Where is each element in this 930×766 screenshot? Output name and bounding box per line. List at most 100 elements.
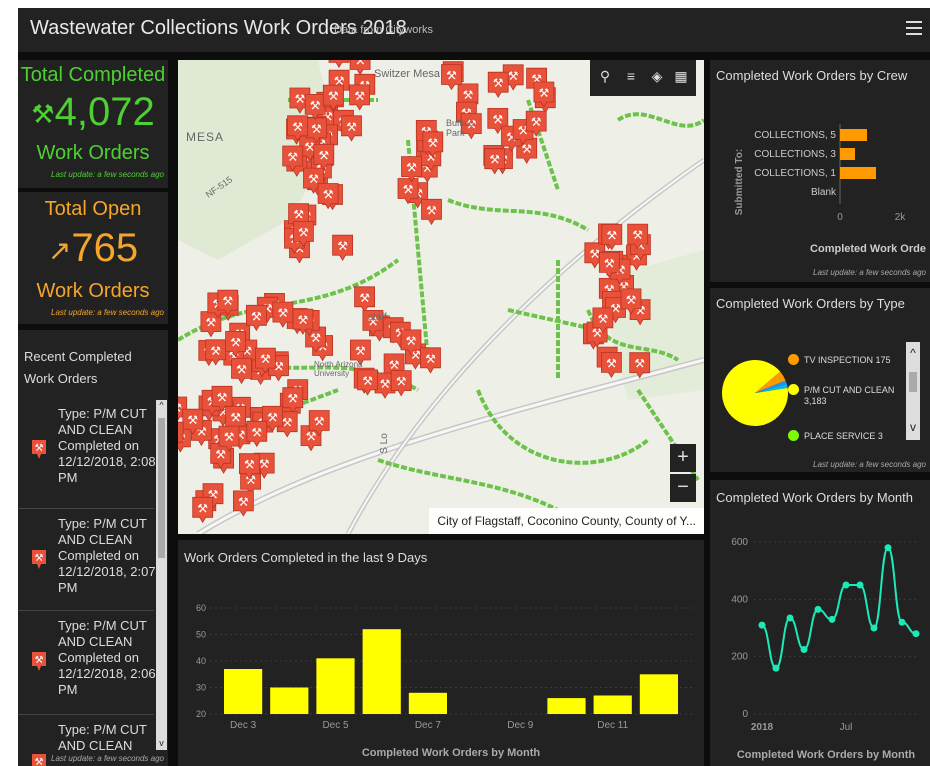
y-tick-label: 600 <box>731 537 748 548</box>
completed-count: 4,072 <box>54 90 155 134</box>
x-tick-label: Dec 11 <box>597 720 628 731</box>
panel-title: Completed Work Orders by Crew <box>716 68 908 83</box>
month-point[interactable] <box>772 664 780 672</box>
svg-text:⚒: ⚒ <box>206 316 217 330</box>
svg-text:⚒: ⚒ <box>359 291 370 305</box>
work-order-pin-icon: ⚒ <box>32 440 46 459</box>
month-point[interactable] <box>884 544 892 552</box>
crew-category-label: Blank <box>811 187 837 198</box>
scroll-up-icon[interactable]: ^ <box>906 346 920 360</box>
legend-value: 3,183 <box>804 396 827 406</box>
indicator-value: ⚒4,072 <box>18 90 168 135</box>
map-label: staff <box>368 312 387 323</box>
svg-text:⚒: ⚒ <box>178 401 182 415</box>
month-chart-panel: Completed Work Orders by Month 0 200 400 60… <box>710 480 930 766</box>
pie-slice <box>721 359 788 426</box>
total-completed-indicator: Total Completed ⚒4,072 Work Orders Last … <box>18 60 168 188</box>
svg-text:⚒: ⚒ <box>323 188 334 202</box>
crew-bar <box>840 129 867 141</box>
svg-text:⚒: ⚒ <box>287 150 298 164</box>
month-point[interactable] <box>898 618 906 626</box>
svg-text:⚒: ⚒ <box>493 76 504 90</box>
svg-text:⚒: ⚒ <box>298 226 309 240</box>
y-tick-label: 50 <box>196 630 206 640</box>
month-point[interactable] <box>870 624 878 632</box>
day-bar[interactable] <box>547 698 586 714</box>
month-point[interactable] <box>758 621 766 629</box>
map-label: Switzer Mesa <box>374 68 441 80</box>
crew-chart-panel: Completed Work Orders by Crew COLLECTION… <box>710 60 930 282</box>
day-bar[interactable] <box>224 669 263 714</box>
scroll-down-icon[interactable]: v <box>156 738 167 748</box>
list-item[interactable]: ⚒ Type: P/M CUT AND CLEAN Completed on 12/… <box>18 612 156 715</box>
legend-swatch <box>788 430 799 441</box>
svg-text:⚒: ⚒ <box>282 416 293 430</box>
indicator-title: Total Open <box>44 198 142 220</box>
scroll-thumb[interactable] <box>158 418 165 558</box>
svg-text:⚒: ⚒ <box>598 312 609 326</box>
list-scrollbar[interactable]: ^ v <box>156 400 167 750</box>
map-canvas[interactable]: ⚒ ⚒ ⚒ ⚒ ⚒ ⚒ ⚒ ⚒ ⚒ ⚒ ⚒ ⚒ ⚒ ⚒ ⚒ ⚒ ⚒ ⚒ ⚒ ⚒ ⚒ ⚒ ⚒ ⚒ ⚒ ⚒ ⚒ ⚒ ⚒ ⚒ ⚒ ⚒ ⚒ ⚒ ⚒ ⚒ ⚒ ⚒ ⚒ ⚒… <box>178 60 704 534</box>
list-item[interactable]: ⚒ Type: P/M CUT AND CLEAN Completed on 12/… <box>18 510 156 611</box>
svg-text:⚒: ⚒ <box>355 344 366 358</box>
legend-type: PLACE SERVICE <box>804 431 876 441</box>
svg-text:⚒: ⚒ <box>260 352 271 366</box>
indicator-value: ↗765 <box>18 226 168 271</box>
svg-text:⚒: ⚒ <box>311 122 322 136</box>
month-point[interactable] <box>856 581 864 589</box>
panel-title: Work Orders Completed in the last 9 Days <box>184 550 428 565</box>
day-bar[interactable] <box>362 629 401 714</box>
crew-category-label: COLLECTIONS, 1 <box>754 168 836 179</box>
svg-text:⚒: ⚒ <box>403 183 414 197</box>
month-point[interactable] <box>828 615 836 623</box>
day-bar[interactable] <box>316 658 355 714</box>
indicator-title: Total Completed <box>20 64 166 86</box>
zoom-out-button[interactable]: − <box>670 474 696 502</box>
legend-value: 175 <box>875 355 891 365</box>
month-line-chart: 0 200 400 600 2018 Jul Completed Work Orders b… <box>731 537 920 761</box>
list-item[interactable]: ⚒ Type: P/M CUT AND CLEAN Completed on 12/… <box>18 400 156 509</box>
recent-completed-list: Recent Completed Work Orders ⚒ Type: P/M … <box>18 330 168 766</box>
work-order-completed: Completed on 12/12/2018, 2:06 PM <box>58 650 156 697</box>
legend-label: PLACE SERVICE 3 <box>804 431 904 442</box>
work-order-type: Type: P/M CUT AND CLEAN <box>58 618 147 649</box>
svg-text:⚒: ⚒ <box>426 203 437 217</box>
svg-text:⚒: ⚒ <box>298 313 309 327</box>
legend-icon[interactable]: ≡ <box>622 68 640 86</box>
hammer-icon: ↗ <box>47 234 72 266</box>
last-update: Last update: a few seconds ago <box>813 460 926 469</box>
map-view[interactable]: ⚒ ⚒ ⚒ ⚒ ⚒ ⚒ ⚒ ⚒ ⚒ ⚒ ⚒ ⚒ ⚒ ⚒ ⚒ ⚒ ⚒ ⚒ ⚒ ⚒ ⚒ ⚒ ⚒ ⚒ ⚒ ⚒ ⚒ ⚒ ⚒ ⚒ ⚒ ⚒ ⚒ ⚒ ⚒ ⚒ ⚒ ⚒ ⚒ ⚒… <box>178 60 704 534</box>
work-order-pin-icon: ⚒ <box>32 652 46 671</box>
day-bar[interactable] <box>270 687 309 715</box>
svg-text:⚒: ⚒ <box>293 208 304 222</box>
svg-text:⚒: ⚒ <box>314 415 325 429</box>
svg-text:⚒: ⚒ <box>308 172 319 186</box>
svg-text:⚒: ⚒ <box>634 357 645 371</box>
scroll-up-icon[interactable]: ^ <box>156 400 167 410</box>
scroll-down-icon[interactable]: v <box>906 420 920 434</box>
month-point[interactable] <box>912 630 920 638</box>
search-icon[interactable]: ⚲ <box>596 68 614 86</box>
day-bar[interactable] <box>408 692 447 714</box>
day-bar[interactable] <box>593 695 632 715</box>
svg-text:⚒: ⚒ <box>318 148 329 162</box>
month-point[interactable] <box>814 605 822 613</box>
svg-text:⚒: ⚒ <box>446 69 457 83</box>
map-label: S Lo <box>378 433 390 454</box>
layers-icon[interactable]: ◈ <box>648 68 666 86</box>
list-title: Recent Completed Work Orders <box>24 349 132 386</box>
zoom-in-button[interactable]: + <box>670 444 696 472</box>
legend-scrollbar[interactable]: ^ v <box>906 342 920 440</box>
hamburger-menu-icon[interactable] <box>906 18 922 38</box>
svg-text:⚒: ⚒ <box>210 344 221 358</box>
daily-chart-panel: Work Orders Completed in the last 9 Days… <box>178 540 704 766</box>
month-point[interactable] <box>842 581 850 589</box>
day-bar[interactable] <box>639 674 678 715</box>
svg-text:⚒: ⚒ <box>244 458 255 472</box>
scroll-thumb[interactable] <box>909 372 917 392</box>
month-point[interactable] <box>800 646 808 653</box>
month-point[interactable] <box>786 614 794 622</box>
basemap-icon[interactable]: ▦ <box>672 68 690 86</box>
last-update: Last update: a few seconds ago <box>51 754 164 763</box>
list-item-text: Type: P/M CUT AND CLEAN Completed on 12/1… <box>58 516 158 596</box>
